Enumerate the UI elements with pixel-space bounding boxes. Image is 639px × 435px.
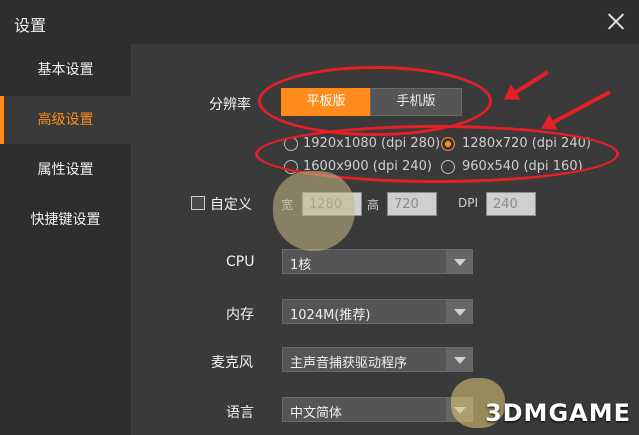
mascot-watermark-image xyxy=(273,171,355,251)
sidebar-item-property-settings[interactable]: 属性设置 xyxy=(0,146,131,194)
height-label: 高 xyxy=(367,198,380,212)
memory-value: 1024M(推荐) xyxy=(290,308,371,323)
resolution-label: 分辨率 xyxy=(209,97,251,113)
chevron-down-icon[interactable] xyxy=(446,250,472,273)
dpi-input[interactable]: 240 xyxy=(486,192,536,216)
annotation-arrow-1 xyxy=(507,70,550,99)
language-select[interactable]: 中文简体 xyxy=(282,397,473,422)
cpu-value: 1核 xyxy=(290,258,312,273)
window-title: 设置 xyxy=(14,16,47,35)
custom-label: 自定义 xyxy=(210,197,252,213)
close-icon[interactable] xyxy=(607,12,625,30)
language-label: 语言 xyxy=(226,405,254,421)
memory-label: 内存 xyxy=(226,307,254,323)
cpu-select[interactable]: 1核 xyxy=(282,249,473,274)
mic-label: 麦克风 xyxy=(211,355,253,371)
height-input[interactable]: 720 xyxy=(387,192,437,216)
dpi-label: DPI xyxy=(458,196,479,210)
sidebar-item-shortcut-settings[interactable]: 快捷键设置 xyxy=(0,196,131,244)
cpu-label: CPU xyxy=(226,254,255,270)
annotation-arrow-2 xyxy=(545,90,611,128)
sidebar-item-advanced-settings[interactable]: 高级设置 xyxy=(0,96,131,144)
title-bar: 设置 xyxy=(0,0,639,44)
chevron-down-icon[interactable] xyxy=(446,348,472,371)
chevron-down-icon[interactable] xyxy=(446,300,472,323)
language-value: 中文简体 xyxy=(290,406,343,421)
sidebar-item-basic-settings[interactable]: 基本设置 xyxy=(0,46,131,94)
memory-select[interactable]: 1024M(推荐) xyxy=(282,299,473,324)
sidebar: 基本设置 高级设置 属性设置 快捷键设置 xyxy=(0,44,131,435)
watermark-text: 3DMGAME xyxy=(484,399,631,427)
custom-checkbox[interactable] xyxy=(191,196,205,210)
mic-select[interactable]: 主声音捕获驱动程序 xyxy=(282,347,473,372)
mic-value: 主声音捕获驱动程序 xyxy=(290,356,408,371)
